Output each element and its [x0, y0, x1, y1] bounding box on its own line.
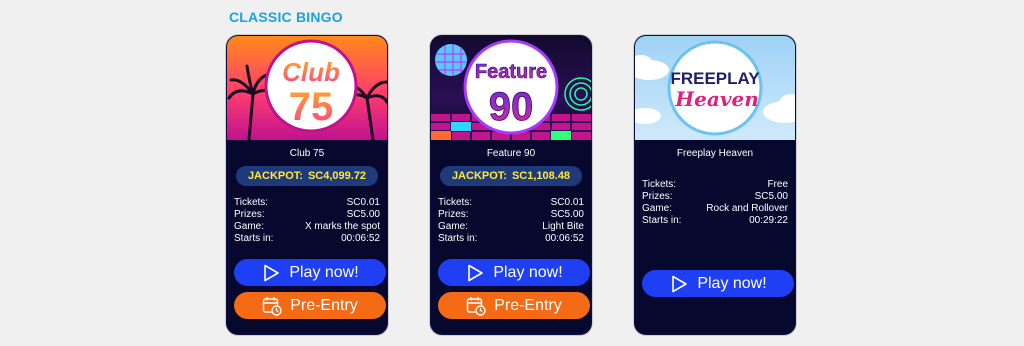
- game-details: Tickets: SC0.01 Prizes: SC5.00 Game: Light …: [438, 197, 584, 245]
- play-now-label: Play now!: [697, 274, 767, 292]
- detail-row-tickets: Tickets: Free: [642, 179, 788, 190]
- jackpot-badge: JACKPOT: SC1,108.48: [440, 166, 582, 186]
- play-outline-icon: [669, 274, 689, 294]
- play-outline-icon: [465, 263, 485, 283]
- game-details: Tickets: SC0.01 Prizes: SC5.00 Game: X mark…: [234, 197, 380, 245]
- logo-line-1: Feature: [475, 61, 547, 83]
- detail-row-tickets: Tickets: SC0.01: [234, 197, 380, 208]
- logo-line-1: FREEPLAY: [670, 69, 760, 88]
- logo-line-2: Heaven: [674, 87, 758, 111]
- play-now-button[interactable]: Play now!: [438, 259, 590, 286]
- detail-row-prizes: Prizes: SC5.00: [234, 209, 380, 220]
- detail-row-starts-in: Starts in: 00:29:22: [642, 215, 788, 226]
- game-artwork[interactable]: Club 75: [227, 36, 387, 140]
- jackpot-label: JACKPOT:: [451, 170, 507, 182]
- logo-line-1: Club: [282, 57, 340, 87]
- calendar-clock-icon: [466, 296, 486, 316]
- detail-row-tickets: Tickets: SC0.01: [438, 197, 584, 208]
- detail-row-prizes: Prizes: SC5.00: [642, 191, 788, 202]
- detail-row-game: Game: Light Bite: [438, 221, 584, 232]
- detail-row-starts-in: Starts in: 00:06:52: [234, 233, 380, 244]
- detail-row-game: Game: Rock and Rollover: [642, 203, 788, 214]
- detail-row-starts-in: Starts in: 00:06:52: [438, 233, 584, 244]
- game-name: Freeplay Heaven: [676, 148, 754, 159]
- play-now-label: Play now!: [493, 263, 563, 281]
- pre-entry-label: Pre-Entry: [290, 296, 358, 314]
- pre-entry-button[interactable]: Pre-Entry: [438, 292, 590, 319]
- game-card-feature-90[interactable]: Feature 90 Feature 90 JACKPOT: SC1,108.4…: [430, 35, 592, 335]
- game-artwork[interactable]: FREEPLAY Heaven: [635, 36, 795, 140]
- calendar-clock-icon: [262, 296, 282, 316]
- game-artwork[interactable]: Feature 90: [431, 36, 591, 140]
- jackpot-value: SC4,099.72: [307, 170, 367, 182]
- game-card-club-75[interactable]: Club 75 Club 75 JACKPOT: SC4,099.72 Tick…: [226, 35, 388, 335]
- game-details: Tickets: Free Prizes: SC5.00 Game: Rock and…: [642, 179, 788, 227]
- jackpot-value: SC1,108.48: [511, 170, 571, 182]
- section-title: CLASSIC BINGO: [229, 9, 343, 25]
- game-card-freeplay-heaven[interactable]: FREEPLAY Heaven Freeplay Heaven Tickets:…: [634, 35, 796, 335]
- logo-line-2: 90: [489, 85, 534, 129]
- logo-line-2: 75: [289, 85, 334, 129]
- jackpot-badge: JACKPOT: SC4,099.72: [236, 166, 378, 186]
- pre-entry-label: Pre-Entry: [494, 296, 562, 314]
- jackpot-label: JACKPOT:: [247, 170, 303, 182]
- game-name: Feature 90: [486, 148, 536, 159]
- play-outline-icon: [261, 263, 281, 283]
- play-now-label: Play now!: [289, 263, 359, 281]
- detail-row-game: Game: X marks the spot: [234, 221, 380, 232]
- play-now-button[interactable]: Play now!: [234, 259, 386, 286]
- detail-row-prizes: Prizes: SC5.00: [438, 209, 584, 220]
- pre-entry-button[interactable]: Pre-Entry: [234, 292, 386, 319]
- game-name: Club 75: [289, 148, 325, 159]
- play-now-button[interactable]: Play now!: [642, 270, 794, 297]
